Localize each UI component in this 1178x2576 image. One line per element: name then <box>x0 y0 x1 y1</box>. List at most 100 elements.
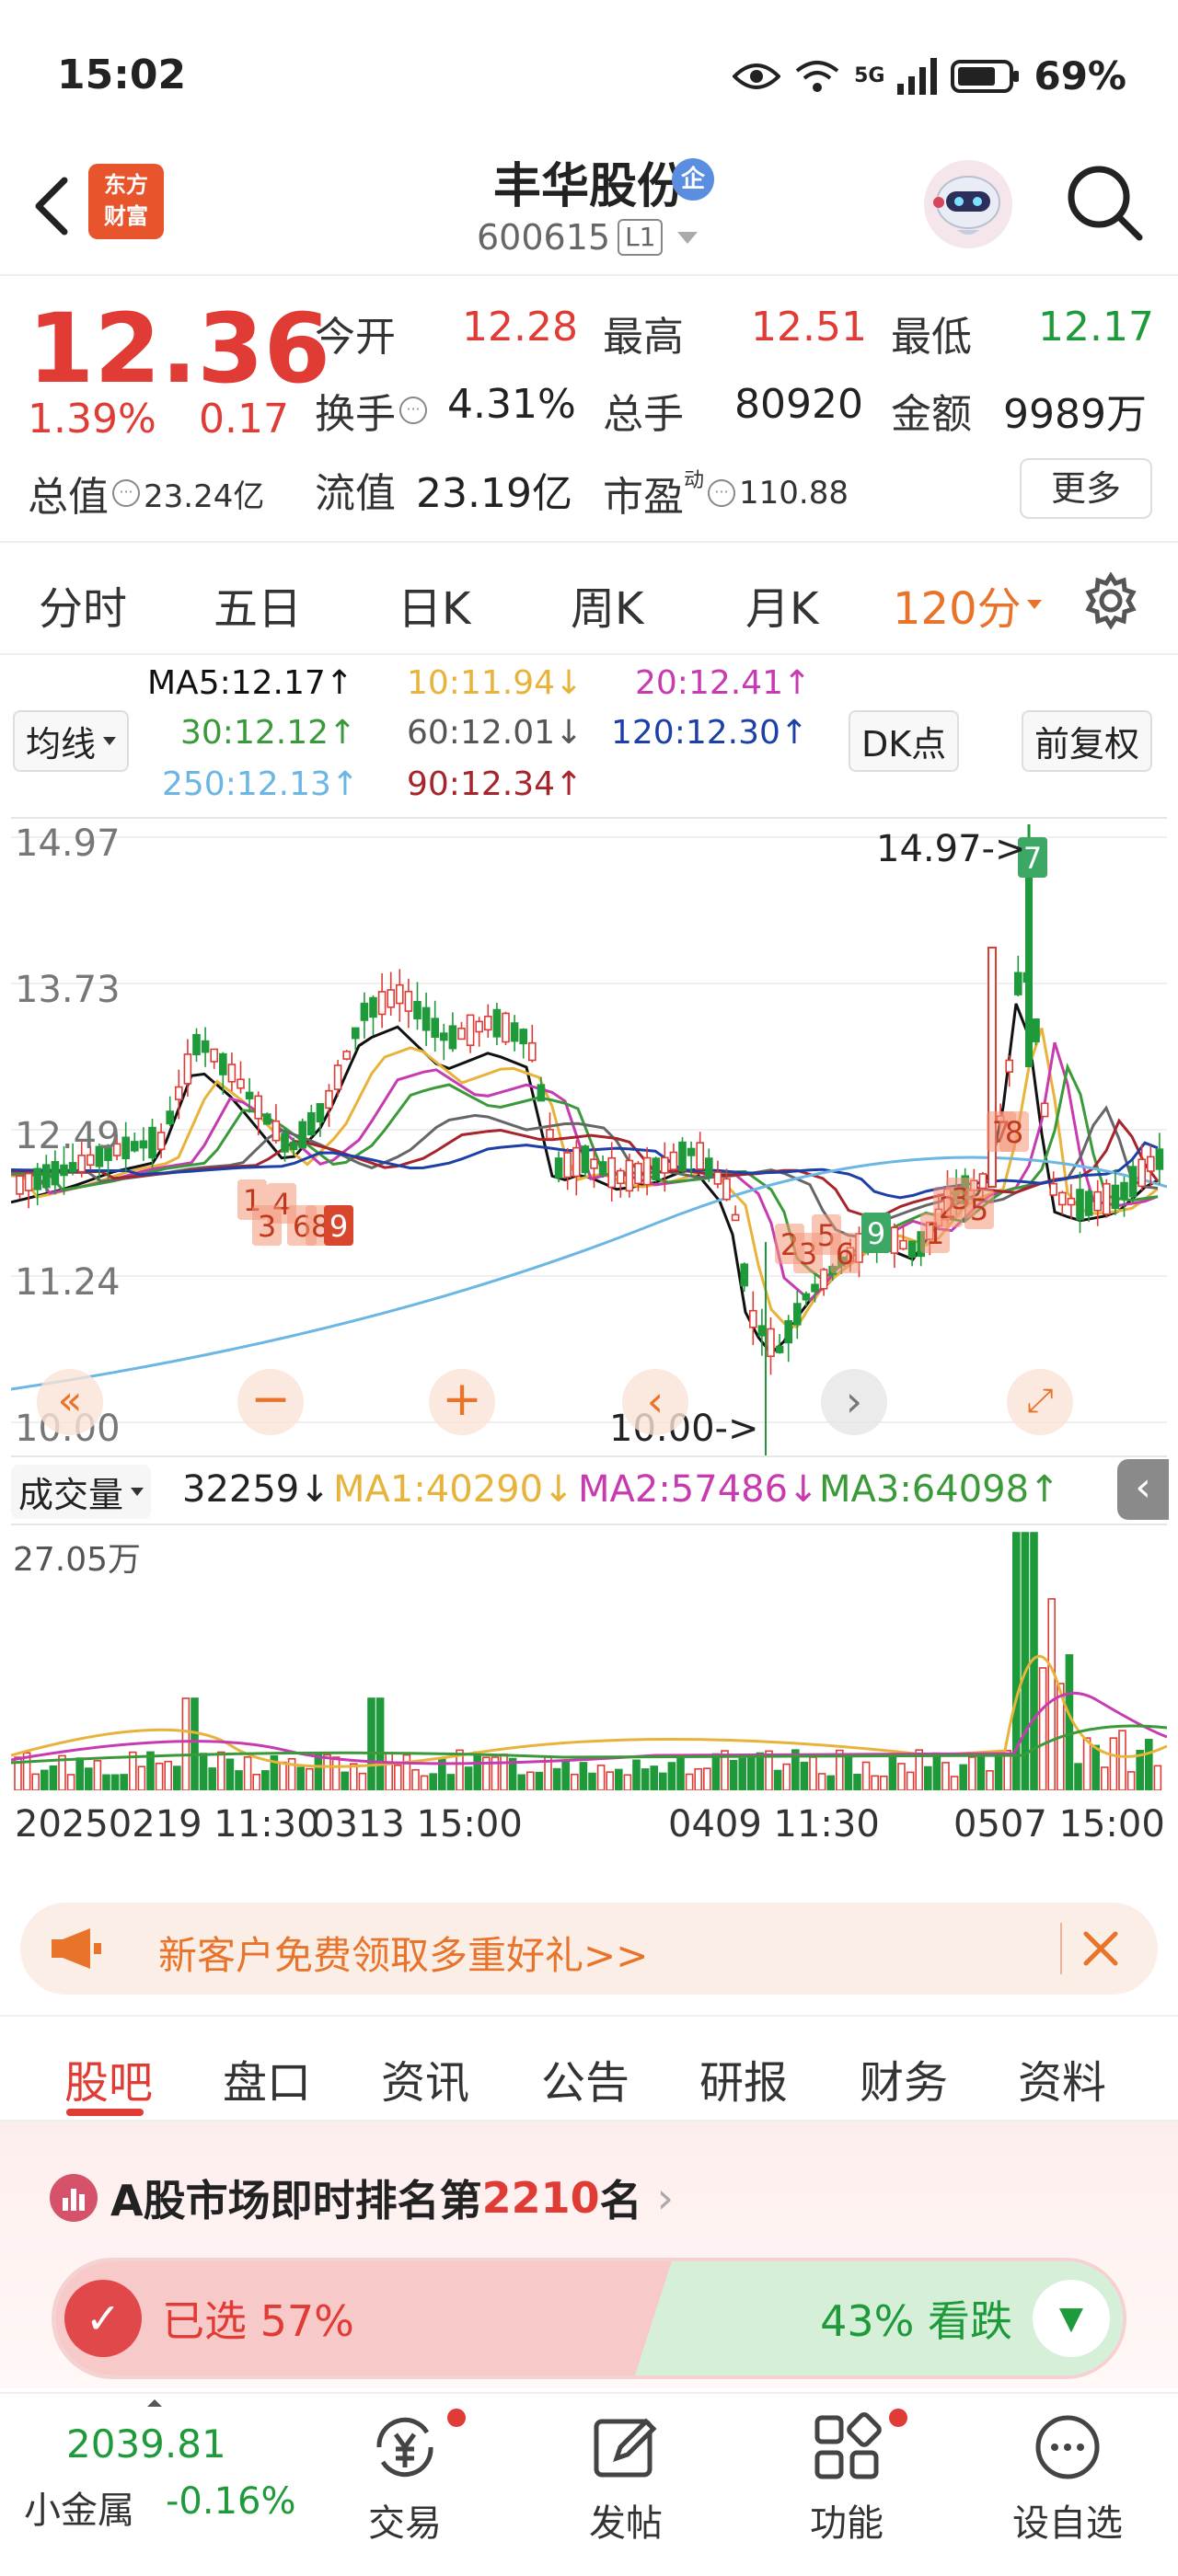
nav-post[interactable]: 发帖 <box>552 2412 699 2547</box>
candle-body <box>201 1040 210 1053</box>
volume-ma2: MA2:57486↓ <box>578 1468 819 1511</box>
candle-body <box>748 1309 757 1328</box>
pan-left-icon[interactable]: ‹ <box>622 1369 688 1435</box>
candle-body <box>784 1319 793 1344</box>
index-name[interactable]: 小金属 <box>24 2480 134 2534</box>
volume-bar <box>1153 1765 1162 1791</box>
volume-bar <box>305 1767 314 1791</box>
kline-canvas[interactable]: 143689235691235787 14.9713.7312.4911.241… <box>10 819 1168 1455</box>
search-icon[interactable] <box>1058 156 1150 248</box>
nav-trade-label: 交易 <box>368 2502 442 2545</box>
tab-announcements[interactable]: 公告 <box>541 2046 629 2110</box>
tab-120min[interactable]: 120分 <box>893 572 1042 637</box>
volume-chart[interactable]: 27.05万 <box>10 1524 1168 1791</box>
stock-code-switcher[interactable]: 600615 L1 <box>477 217 699 258</box>
index-change[interactable]: -0.16% <box>166 2480 296 2523</box>
tab-pankou[interactable]: 盘口 <box>223 2046 311 2110</box>
collapse-panel-icon[interactable]: ‹ <box>1117 1459 1169 1520</box>
volume-bar <box>596 1765 606 1791</box>
candle-body <box>492 1008 502 1038</box>
volume-bar <box>110 1774 120 1791</box>
info-dots-icon: ··· <box>399 397 427 424</box>
candle-body <box>1128 1166 1138 1198</box>
volume-bar <box>1065 1654 1074 1791</box>
rank-number: 2210 <box>481 2173 600 2223</box>
more-button[interactable]: 更多 <box>1020 458 1152 519</box>
candle-body <box>377 991 387 1016</box>
nav-function[interactable]: 功能 <box>773 2412 920 2547</box>
stock-header: 东方 财富 丰华股份 企 600615 L1 <box>0 138 1178 276</box>
amount-value: 9989万 <box>1003 391 1147 438</box>
tab-weekly-k[interactable]: 周K <box>571 572 643 637</box>
volume-bar <box>579 1762 588 1791</box>
volume-bar <box>252 1774 261 1791</box>
volume-bar <box>897 1763 906 1791</box>
volume-bar <box>614 1768 623 1791</box>
dk-point-button[interactable]: DK点 <box>849 710 960 772</box>
robot-assistant-icon[interactable] <box>920 156 1016 252</box>
tab-news[interactable]: 资讯 <box>381 2046 469 2110</box>
volume-bar <box>349 1763 358 1791</box>
turnover-label-group[interactable]: 换手 ··· <box>315 381 431 440</box>
vote-up-button[interactable]: ✓ 已选 57% <box>64 2269 354 2368</box>
bottom-nav: 2039.81 小金属 -0.16% 交易 发帖 功能 设自选 <box>0 2392 1178 2576</box>
volume-ma3: MA3:64098↑ <box>819 1468 1060 1511</box>
volume-bar <box>341 1771 350 1791</box>
volume-canvas <box>10 1532 1168 1791</box>
volume-legend: 成交量 32259↓ MA1:40290↓ MA2:57486↓ MA3:640… <box>0 1457 1178 1524</box>
candle-body <box>1084 1190 1093 1216</box>
date-label-4: 0507 15:00 <box>953 1803 1165 1846</box>
candle-body <box>227 1064 237 1083</box>
tab-guba[interactable]: 股吧 <box>64 2046 153 2110</box>
pe-group[interactable]: 市盈 动 ··· 110.88 <box>603 464 849 523</box>
promo-banner[interactable]: 新客户免费领取多重好礼>> <box>20 1903 1158 1995</box>
tab-intraday[interactable]: 分时 <box>39 572 127 637</box>
tab-research[interactable]: 研报 <box>699 2046 788 2110</box>
volume-bar <box>853 1774 861 1791</box>
candle-body <box>598 1161 607 1176</box>
volume-bar <box>260 1770 270 1791</box>
index-value[interactable]: 2039.81 <box>66 2421 226 2467</box>
tab-monthly-k[interactable]: 月K <box>745 572 818 637</box>
candle-body <box>811 1283 819 1293</box>
check-icon: ✓ <box>64 2280 142 2357</box>
candle-body <box>342 1051 352 1060</box>
forward-adjust-button[interactable]: 前复权 <box>1022 710 1153 772</box>
pan-first-icon[interactable]: « <box>37 1369 103 1435</box>
fullscreen-icon[interactable]: ⤢ <box>1007 1369 1073 1435</box>
candle-body <box>660 1156 669 1174</box>
tab-profile[interactable]: 资料 <box>1018 2046 1106 2110</box>
candle-body <box>616 1169 625 1185</box>
candle-body <box>51 1160 60 1186</box>
close-icon[interactable] <box>1080 1928 1121 1969</box>
vote-down-button[interactable]: 43% 看跌 ▼ <box>820 2269 1110 2368</box>
ma60-value: 60:12.01↓ <box>407 714 583 752</box>
nav-trade[interactable]: 交易 <box>331 2412 479 2547</box>
pe-dynamic-sup: 动 <box>684 469 705 492</box>
volume-bar <box>446 1774 456 1791</box>
pan-right-icon[interactable]: › <box>821 1369 887 1435</box>
indicator-select[interactable]: 成交量 <box>11 1465 152 1519</box>
volume-bar <box>173 1765 181 1791</box>
tab-finance[interactable]: 财务 <box>860 2046 948 2110</box>
volume-bar <box>208 1767 216 1791</box>
mktcap-group[interactable]: 总值 ··· 23.24亿 <box>28 464 264 523</box>
low-label: 最低 <box>891 314 972 361</box>
volume-bar <box>552 1767 561 1791</box>
kline-chart[interactable]: 143689235691235787 14.9713.7312.4911.241… <box>10 817 1168 1457</box>
candle-body <box>262 1113 271 1125</box>
stock-code: 600615 <box>477 217 611 258</box>
volume-bar <box>606 1771 615 1791</box>
nav-add-watchlist[interactable]: 设自选 <box>994 2412 1141 2547</box>
ma-type-select[interactable]: 均线 <box>13 710 130 772</box>
zoom-out-icon[interactable]: − <box>237 1369 304 1435</box>
market-rank-link[interactable]: A股市场即时排名第 2210 名 › <box>50 2168 674 2228</box>
zoom-in-icon[interactable]: + <box>429 1369 495 1435</box>
tab-daily-k[interactable]: 日K <box>398 572 470 637</box>
tab-five-day[interactable]: 五日 <box>214 572 302 637</box>
gear-icon[interactable] <box>1082 572 1139 629</box>
volume-bar <box>941 1762 950 1791</box>
candle-body <box>210 1048 218 1063</box>
candle-body <box>237 1078 245 1089</box>
volume-bar <box>385 1752 394 1791</box>
